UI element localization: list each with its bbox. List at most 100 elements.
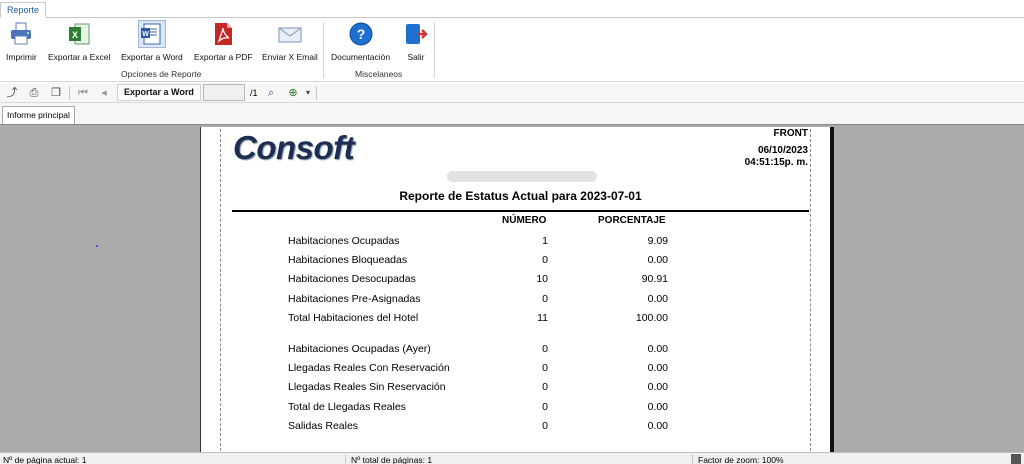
column-header-porcentaje: PORCENTAJE — [598, 215, 666, 226]
print-button[interactable]: Imprimir — [6, 21, 37, 62]
resize-grip[interactable] — [1011, 454, 1021, 464]
tab-reporte[interactable]: Reporte — [0, 2, 47, 18]
row-number: 10 — [536, 273, 548, 285]
svg-text:W: W — [142, 31, 149, 38]
row-number: 0 — [542, 420, 548, 432]
report-date: 06/10/2023 — [757, 145, 808, 156]
send-email-label: Enviar X Email — [262, 52, 318, 62]
row-label: Total Habitaciones del Hotel — [288, 312, 419, 324]
viewer-toolbar: ⤴ ⎙ ❐ ⏮ ◂ Exportar a Word /1 ⌕ ⊕ ▾ — [0, 83, 1024, 103]
toolbar-separator — [69, 86, 70, 100]
report-module: FRONT — [773, 128, 808, 139]
column-header-numero: NÚMERO — [502, 215, 547, 226]
row-percentage: 0.00 — [647, 254, 668, 266]
company-logo: Consoft — [233, 129, 355, 166]
row-percentage: 90.91 — [641, 273, 668, 285]
ribbon: Imprimir X Exportar a Excel W Exportar a… — [0, 18, 1024, 82]
toolbar-separator — [316, 86, 317, 100]
table-row: Total Habitaciones del Hotel 11 100.00 — [288, 312, 688, 326]
row-number: 11 — [537, 312, 548, 324]
group-label-opciones: Opciones de Reporte — [121, 69, 202, 79]
ribbon-group-separator — [323, 22, 324, 78]
report-canvas[interactable]: Consoft FRONT 06/10/2023 04:51:15p. m. R… — [0, 124, 1024, 453]
chevron-down-icon[interactable]: ▾ — [301, 86, 315, 100]
export-format-label[interactable]: Exportar a Word — [117, 84, 201, 101]
document-tab-strip: Informe principal — [0, 103, 1024, 124]
previous-page-icon[interactable]: ◂ — [97, 86, 111, 100]
row-percentage: 0.00 — [647, 343, 668, 355]
ribbon-group-separator — [434, 22, 435, 78]
page-number-input[interactable] — [203, 84, 245, 101]
group-label-misc: Miscelaneos — [355, 69, 403, 79]
exit-label: Salir — [407, 52, 425, 62]
status-current-page: Nº de página actual: 1 — [3, 455, 87, 464]
row-label: Habitaciones Ocupadas (Ayer) — [288, 343, 431, 355]
row-percentage: 0.00 — [647, 401, 668, 413]
export-pdf-button[interactable]: Exportar a PDF — [194, 21, 253, 62]
status-separator — [692, 454, 693, 464]
export-word-label: Exportar a Word — [121, 52, 183, 62]
table-row: Habitaciones Bloqueadas 0 0.00 — [288, 254, 688, 268]
status-bar: Nº de página actual: 1 Nº total de págin… — [0, 452, 1024, 464]
row-number: 1 — [542, 235, 548, 247]
search-icon[interactable]: ⌕ — [264, 86, 278, 100]
report-viewer-window: Reporte Imprimir X Exportar a Excel W Ex… — [0, 0, 1024, 464]
table-row: Habitaciones Pre-Asignadas 0 0.00 — [288, 293, 688, 307]
table-row: Habitaciones Ocupadas 1 9.09 — [288, 235, 688, 249]
canvas-marker — [96, 245, 98, 247]
table-row: Llegadas Reales Con Reservación 0 0.00 — [288, 362, 688, 376]
page-margin-right — [810, 129, 811, 451]
report-time: 04:51:15p. m. — [744, 157, 808, 168]
row-label: Llegadas Reales Sin Reservación — [288, 381, 446, 393]
row-label: Habitaciones Pre-Asignadas — [288, 293, 421, 305]
row-number: 0 — [542, 254, 548, 266]
exit-icon — [406, 24, 428, 44]
row-number: 0 — [542, 343, 548, 355]
row-percentage: 0.00 — [647, 362, 668, 374]
page-shadow — [830, 127, 834, 453]
row-percentage: 0.00 — [647, 420, 668, 432]
report-title: Reporte de Estatus Actual para 2023-07-0… — [399, 189, 642, 203]
status-separator — [345, 454, 346, 464]
row-number: 0 — [542, 381, 548, 393]
export-icon[interactable]: ⤴ — [5, 86, 19, 100]
exit-button[interactable]: Salir — [403, 21, 429, 62]
tab-informe-principal[interactable]: Informe principal — [2, 106, 75, 124]
title-rule — [232, 210, 809, 212]
send-email-button[interactable]: Enviar X Email — [262, 21, 318, 62]
row-percentage: 0.00 — [647, 293, 668, 305]
page-margin-left — [220, 129, 221, 451]
envelope-icon — [278, 27, 302, 43]
row-label: Habitaciones Bloqueadas — [288, 254, 408, 266]
row-label: Total de Llegadas Reales — [288, 401, 406, 413]
row-percentage: 100.00 — [635, 312, 668, 324]
copy-icon[interactable]: ❐ — [49, 86, 63, 100]
first-page-icon[interactable]: ⏮ — [76, 86, 90, 100]
table-row: Total de Llegadas Reales 0 0.00 — [288, 401, 688, 415]
ribbon-tab-strip: Reporte — [0, 0, 1024, 18]
table-row: Llegadas Reales Sin Reservación 0 0.00 — [288, 381, 688, 395]
printer-icon[interactable]: ⎙ — [27, 86, 41, 100]
svg-text:?: ? — [356, 26, 365, 42]
row-number: 0 — [542, 362, 548, 374]
row-label: Llegadas Reales Con Reservación — [288, 362, 450, 374]
row-label: Habitaciones Desocupadas — [288, 273, 416, 285]
documentation-button[interactable]: ? Documentación — [331, 21, 390, 62]
documentation-label: Documentación — [331, 52, 391, 62]
help-icon: ? — [349, 22, 373, 46]
zoom-icon[interactable]: ⊕ — [286, 86, 300, 100]
export-word-button[interactable]: W Exportar a Word — [121, 20, 183, 62]
export-excel-label: Exportar a Excel — [48, 52, 111, 62]
pdf-icon — [215, 23, 233, 45]
excel-icon: X — [69, 23, 90, 45]
status-total-pages: Nº total de páginas: 1 — [351, 455, 433, 464]
row-percentage: 0.00 — [647, 381, 668, 393]
printer-icon — [11, 22, 32, 45]
status-zoom: Factor de zoom: 100% — [698, 455, 784, 464]
row-label: Habitaciones Ocupadas — [288, 235, 400, 247]
export-excel-button[interactable]: X Exportar a Excel — [48, 21, 110, 62]
table-row: Habitaciones Ocupadas (Ayer) 0 0.00 — [288, 343, 688, 357]
export-pdf-label: Exportar a PDF — [194, 52, 253, 62]
redacted-hotel-name — [447, 171, 597, 182]
row-number: 0 — [542, 293, 548, 305]
